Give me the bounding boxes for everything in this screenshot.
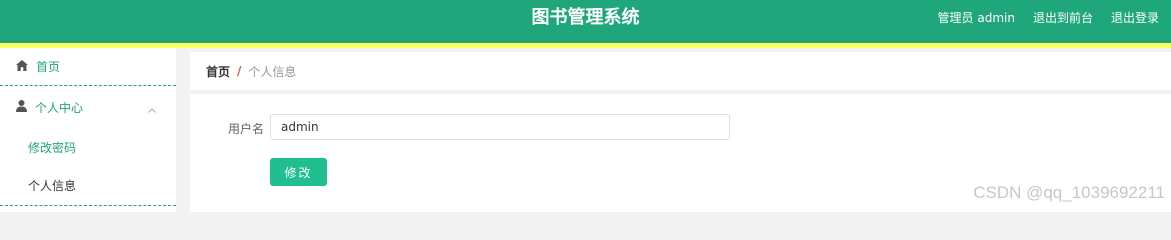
chevron-up-icon <box>148 102 156 116</box>
sidebar-item-home[interactable]: 首页 <box>0 48 176 86</box>
admin-label: 管理员 admin <box>937 11 1015 25</box>
breadcrumb-current: 个人信息 <box>248 64 297 79</box>
sidebar-item-personal-info[interactable]: 个人信息 <box>0 166 176 206</box>
sidebar-item-label: 修改密码 <box>28 140 77 155</box>
breadcrumb-home[interactable]: 首页 <box>206 63 230 80</box>
header-actions: 管理员 admin 退出到前台 退出登录 <box>938 0 1159 36</box>
sidebar-item-change-password[interactable]: 修改密码 <box>0 130 176 164</box>
breadcrumb: 首页 / 个人信息 <box>190 52 1171 90</box>
user-icon <box>16 99 27 115</box>
sidebar-item-personal-center[interactable]: 个人中心 <box>0 88 176 126</box>
watermark: CSDN @qq_1039692211 <box>973 183 1165 202</box>
username-label: 用户名 <box>228 122 265 136</box>
sidebar-item-label: 个人信息 <box>28 179 77 193</box>
sidebar: 首页 个人中心 修改密码 个人信息 <box>0 48 176 212</box>
home-icon <box>16 59 28 74</box>
sidebar-item-label: 个人中心 <box>35 100 84 115</box>
breadcrumb-separator: / <box>237 64 242 78</box>
username-input[interactable] <box>270 114 730 140</box>
logout-link[interactable]: 退出登录 <box>1111 0 1159 36</box>
top-navbar: 图书管理系统 管理员 admin 退出到前台 退出登录 <box>0 0 1171 44</box>
exit-to-frontend-link[interactable]: 退出到前台 <box>1033 0 1093 36</box>
modify-button[interactable]: 修改 <box>270 158 327 186</box>
sidebar-item-label: 首页 <box>36 60 61 74</box>
